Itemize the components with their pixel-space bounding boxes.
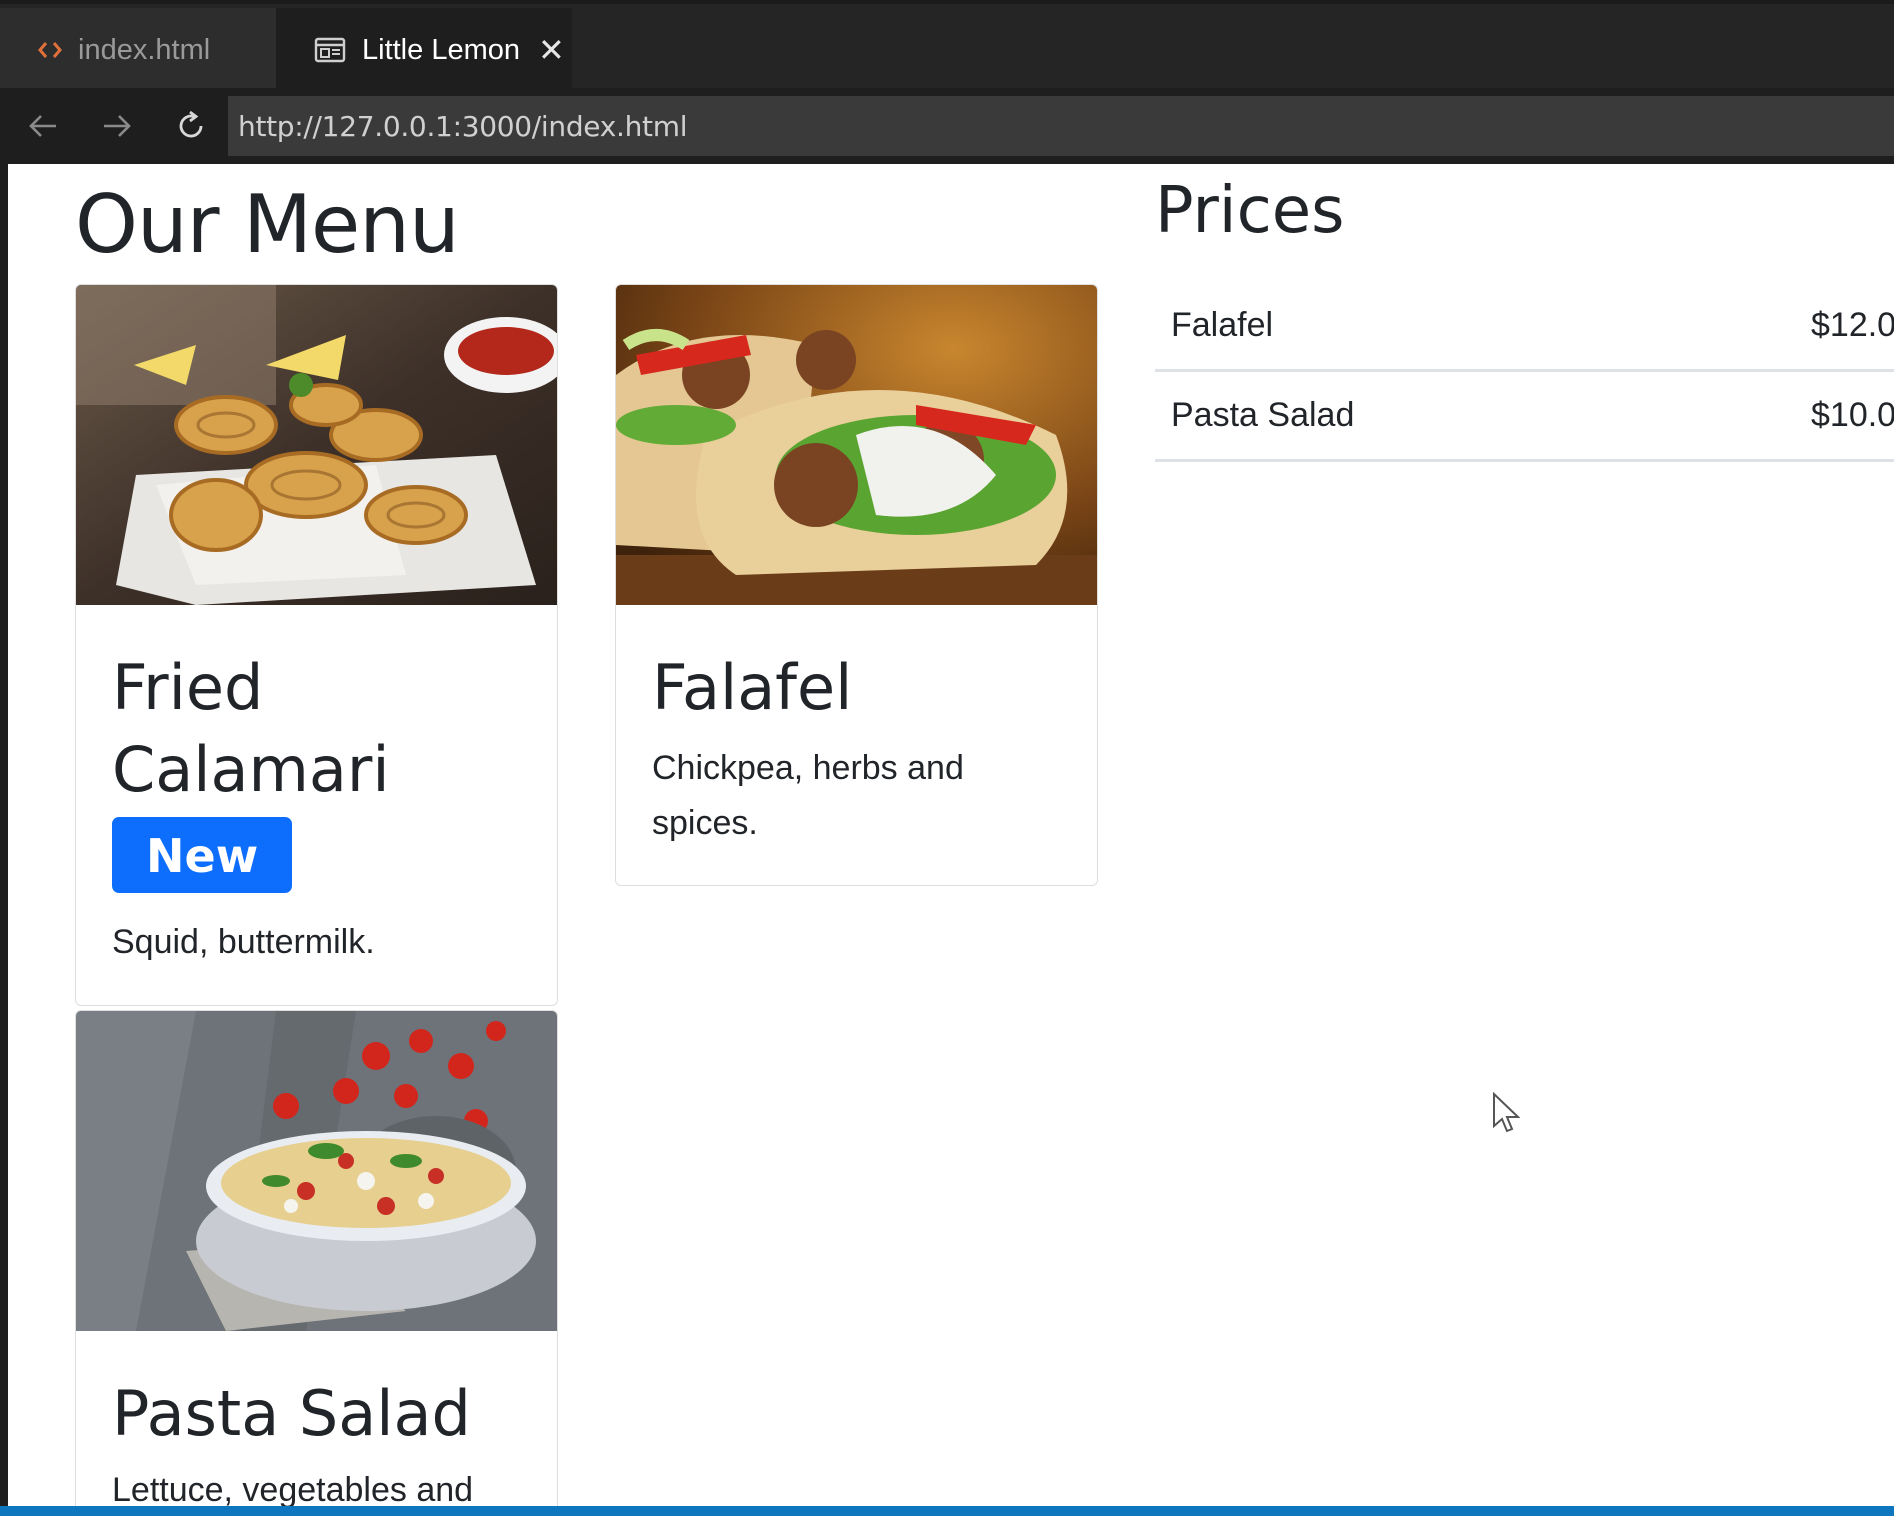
- arrow-left-icon: [29, 115, 56, 137]
- browser-toolbar: http://127.0.0.1:3000/index.html: [0, 88, 1894, 164]
- card-title: Fried Calamari: [112, 651, 390, 806]
- forward-button[interactable]: [80, 88, 154, 164]
- price-item-name: Falafel: [1171, 306, 1274, 344]
- status-bar: [0, 1506, 1894, 1516]
- pasta-salad-photo: [76, 1011, 557, 1331]
- price-item-name: Pasta Salad: [1171, 396, 1355, 434]
- table-row: Falafel $12.00: [1155, 282, 1894, 372]
- mouse-cursor-icon: [1492, 1091, 1521, 1139]
- price-value: $10.00: [1811, 396, 1894, 434]
- fried-calamari-photo: [76, 285, 557, 605]
- card-title: Falafel: [652, 651, 853, 724]
- menu-heading: Our Menu: [75, 178, 460, 271]
- card-body: Fried Calamari New Squid, buttermilk.: [76, 605, 557, 970]
- tab-little-lemon[interactable]: Little Lemon ✕: [276, 8, 572, 92]
- table-row: Pasta Salad $10.00: [1155, 372, 1894, 462]
- card-body: Pasta Salad Lettuce, vegetables and: [76, 1331, 557, 1506]
- tab-index-html[interactable]: index.html: [0, 8, 276, 92]
- preview-page: Our Menu Prices Fried Calamari New Squid…: [8, 164, 1894, 1506]
- price-value: $12.00: [1811, 306, 1894, 344]
- prices-heading: Prices: [1155, 174, 1345, 248]
- card-title: Pasta Salad: [112, 1377, 471, 1450]
- back-button[interactable]: [6, 88, 80, 164]
- menu-card-fried-calamari: Fried Calamari New Squid, buttermilk.: [75, 284, 558, 1006]
- new-badge: New: [112, 817, 293, 893]
- card-description: Squid, buttermilk.: [112, 923, 375, 961]
- browser-preview-icon: [314, 36, 346, 64]
- card-body: Falafel Chickpea, herbs and spices.: [616, 605, 1097, 851]
- reload-button[interactable]: [154, 88, 228, 164]
- menu-card-falafel: Falafel Chickpea, herbs and spices.: [615, 284, 1098, 886]
- code-icon: [38, 40, 62, 60]
- prices-table: Falafel $12.00 Pasta Salad $10.00: [1155, 282, 1894, 462]
- tab-label: Little Lemon: [362, 33, 520, 66]
- card-description: Lettuce, vegetables and: [112, 1471, 474, 1506]
- tab-label: index.html: [78, 33, 211, 66]
- falafel-pita-photo: [616, 285, 1097, 605]
- card-description: Chickpea, herbs and spices.: [652, 749, 964, 842]
- address-bar[interactable]: http://127.0.0.1:3000/index.html: [228, 96, 1894, 156]
- editor-left-edge: [0, 164, 8, 1516]
- reload-icon: [179, 110, 203, 138]
- close-icon[interactable]: ✕: [538, 31, 565, 69]
- menu-card-pasta-salad: Pasta Salad Lettuce, vegetables and: [75, 1010, 558, 1506]
- arrow-right-icon: [104, 115, 131, 137]
- editor-tab-bar: index.html Little Lemon ✕: [0, 0, 1894, 92]
